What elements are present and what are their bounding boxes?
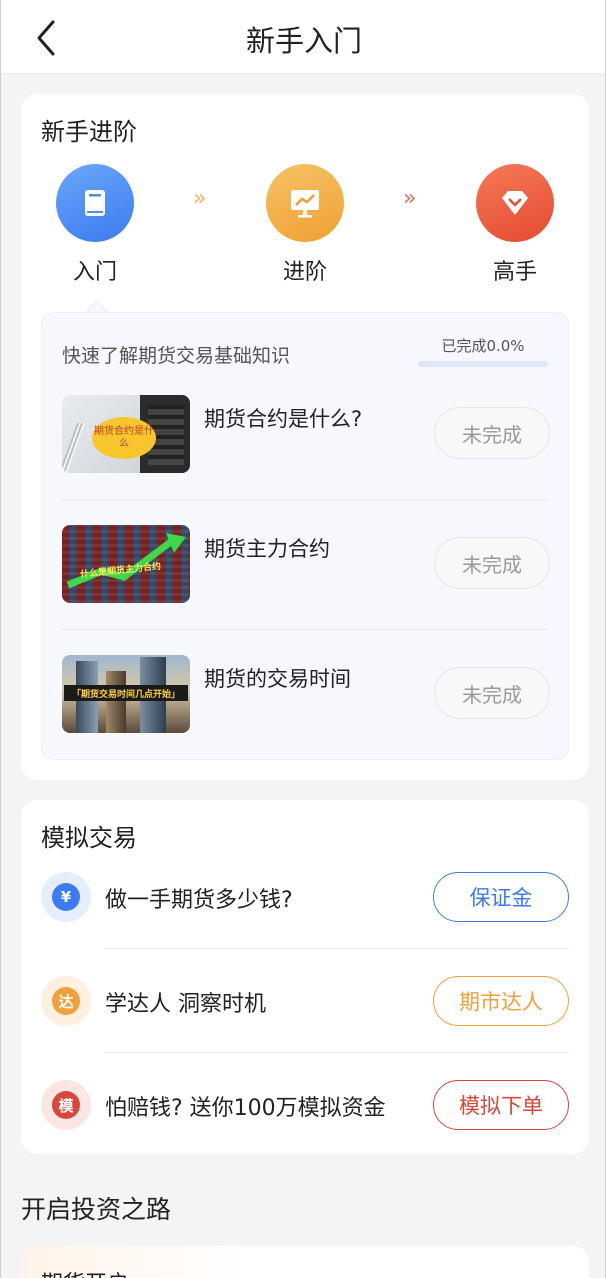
divider xyxy=(62,499,550,500)
lesson-thumbnail: 期货合约是什么 xyxy=(62,395,190,473)
simulate-row-text: 做一手期货多少钱? xyxy=(105,888,293,913)
step-beginner[interactable]: 入门 xyxy=(55,164,135,286)
simulate-badge-icon: 模 xyxy=(41,1080,91,1130)
section-title: 开启投资之路 xyxy=(21,1195,172,1224)
book-icon xyxy=(56,164,134,242)
card-title: 新手进阶 xyxy=(41,118,137,146)
page-title: 新手入门 xyxy=(245,24,362,58)
simulate-row-order[interactable]: 模 怕赔钱? 送你100万模拟资金 模拟下单 xyxy=(21,1080,589,1184)
step-advanced[interactable]: 进阶 xyxy=(265,164,345,286)
lesson-item[interactable]: 什么是期货主力合约 期货主力合约 未完成 xyxy=(62,525,550,635)
simulate-row-text: 学达人 洞察时机 xyxy=(105,992,266,1017)
divider xyxy=(105,948,569,949)
margin-button[interactable]: 保证金 xyxy=(433,872,569,922)
app-screen: 新手入门 新手进阶 入门 ›› 进阶 ›› 高手 快速了解期货交易基础知识 已完… xyxy=(0,0,606,1278)
lesson-status-button[interactable]: 未完成 xyxy=(434,537,550,589)
step-expert[interactable]: 高手 xyxy=(475,164,555,286)
double-chevron-right-icon: ›› xyxy=(403,186,416,211)
yuan-icon: ¥ xyxy=(41,872,91,922)
lesson-thumbnail: 什么是期货主力合约 xyxy=(62,525,190,603)
step-label: 入门 xyxy=(72,260,117,285)
open-account-card[interactable]: 期货开户 xyxy=(21,1246,589,1278)
lesson-panel: 快速了解期货交易基础知识 已完成0.0% 期货合约是什么 期货合约是什么? 未完… xyxy=(41,312,569,760)
simulate-row-text: 怕赔钱? 送你100万模拟资金 xyxy=(105,1096,386,1121)
chart-board-icon xyxy=(266,164,344,242)
divider xyxy=(62,629,550,630)
lesson-status-button[interactable]: 未完成 xyxy=(434,667,550,719)
expert-badge-icon: 达 xyxy=(41,976,91,1026)
lesson-status-button[interactable]: 未完成 xyxy=(434,407,550,459)
lesson-item[interactable]: 「期货交易时间几点开始」 期货的交易时间 未完成 xyxy=(62,655,550,765)
thumb-caption: 「期货交易时间几点开始」 xyxy=(64,685,188,701)
simulate-trading-card: 模拟交易 ¥ 做一手期货多少钱? 保证金 达 学达人 洞察时机 期市达人 模 怕… xyxy=(21,800,589,1154)
thumb-caption: 期货合约是什么 xyxy=(92,417,156,459)
double-chevron-right-icon: ›› xyxy=(193,186,206,211)
step-label: 高手 xyxy=(492,260,537,285)
lesson-item[interactable]: 期货合约是什么 期货合约是什么? 未完成 xyxy=(62,395,550,505)
step-label: 进阶 xyxy=(282,260,327,285)
simulate-row-margin[interactable]: ¥ 做一手期货多少钱? 保证金 xyxy=(21,872,589,976)
lesson-title: 期货的交易时间 xyxy=(204,667,351,691)
panel-heading: 快速了解期货交易基础知识 xyxy=(62,345,291,367)
card-title: 期货开户 xyxy=(41,1266,129,1278)
market-expert-button[interactable]: 期市达人 xyxy=(433,976,569,1026)
lesson-title: 期货合约是什么? xyxy=(204,407,363,431)
lesson-title: 期货主力合约 xyxy=(204,537,330,561)
beginner-advance-card: 新手进阶 入门 ›› 进阶 ›› 高手 快速了解期货交易基础知识 已完成0.0% xyxy=(21,94,589,780)
top-nav-bar: 新手入门 xyxy=(1,0,605,74)
simulate-row-expert[interactable]: 达 学达人 洞察时机 期市达人 xyxy=(21,976,589,1080)
lesson-thumbnail: 「期货交易时间几点开始」 xyxy=(62,655,190,733)
diamond-icon xyxy=(476,164,554,242)
progress-bar xyxy=(418,361,548,367)
progress-text: 已完成0.0% xyxy=(441,337,525,355)
simulate-order-button[interactable]: 模拟下单 xyxy=(433,1080,569,1130)
card-title: 模拟交易 xyxy=(41,824,137,852)
divider xyxy=(105,1052,569,1053)
